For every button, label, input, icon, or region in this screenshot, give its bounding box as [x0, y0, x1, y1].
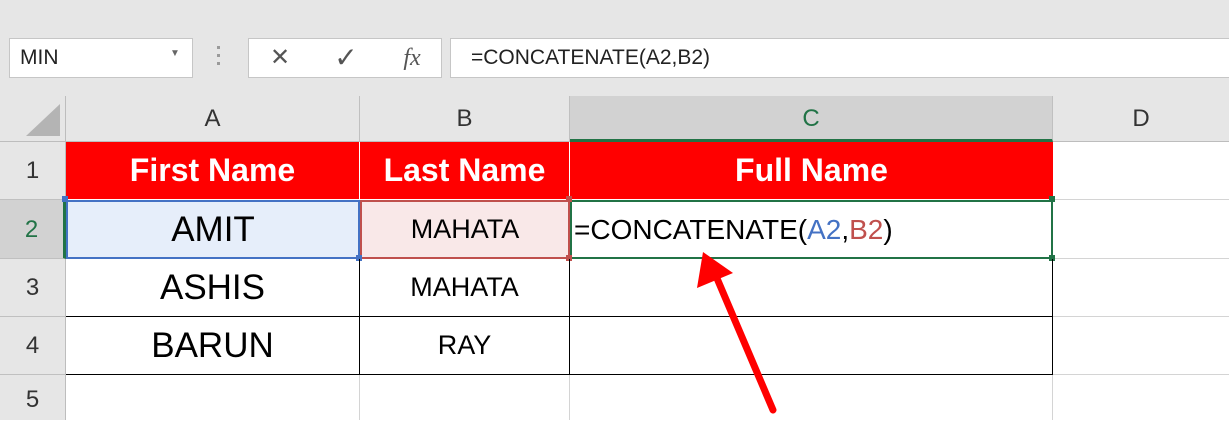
red-arrow-icon: [697, 252, 777, 414]
